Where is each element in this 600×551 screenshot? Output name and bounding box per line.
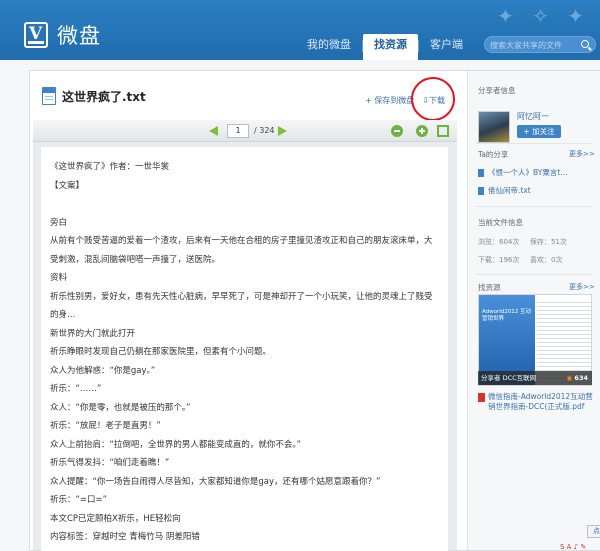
- search-icon[interactable]: [581, 40, 589, 48]
- decorative-stars: ✦ ✧ ✦: [497, 4, 590, 28]
- document-area: 《这世界疯了》作者：一世华裳 【文案】 旁白从前有个贱受苦逼的爱着一个渣攻，后来有…: [33, 142, 457, 551]
- top-header: ✦ ✧ ✦ 微盘 我的微盘 找资源 客户端: [0, 0, 600, 60]
- document-line: 【文案】: [50, 180, 85, 191]
- downloads-count: 下载：196次: [478, 256, 520, 264]
- saves-count: 保存：51次: [530, 238, 567, 246]
- follow-button[interactable]: + 加关注: [517, 125, 561, 138]
- txt-file-icon: [42, 87, 56, 105]
- file-info-title: 当前文件信息: [478, 218, 523, 227]
- document-line: 从前有个贱受苦逼的爱着一个渣攻，后来有一天他在合租的房子里撞见渣攻正和自己的朋友…: [50, 236, 433, 246]
- share-item[interactable]: 《惯一个人》BY粟言t…: [478, 167, 568, 178]
- document-line: 众人上前抬肩：“拉倒吧，全世界的男人都能变成直的，就你不会。”: [50, 439, 302, 450]
- user-name-link[interactable]: 阿忆阿一: [517, 111, 549, 122]
- document-line: 资料: [50, 273, 68, 283]
- avatar[interactable]: [478, 111, 510, 143]
- zoom-out-icon[interactable]: [391, 125, 403, 137]
- document-line: 祈乐睁眼时发现自己仍躺在那家医院里，但素有个小问题。: [50, 347, 272, 357]
- document-line: 祈乐气得发抖：“咱们走着瞧！”: [50, 458, 170, 468]
- thumbnail-caption: 分享者 DCC互联网 ◉ 634: [478, 371, 592, 385]
- content-frame: 这世界疯了.txt + 保存到微盘 ⇩下载 1 / 324 《这世界疯了》作者：…: [29, 70, 600, 551]
- document-line: 祈乐：“放屁！老子是直男！”: [50, 421, 161, 431]
- page-total: / 324: [254, 126, 275, 135]
- logo-text: 微盘: [57, 24, 101, 48]
- thumbnail-count: 634: [574, 374, 588, 382]
- stat-row: 下载：196次 喜欢：0次: [478, 255, 582, 265]
- shares-more-link[interactable]: 更多>>: [569, 149, 595, 159]
- ta-shares-title: Ta的分享: [478, 150, 509, 159]
- nav-my-disk[interactable]: 我的微盘: [296, 34, 362, 54]
- page-number-input[interactable]: 1: [227, 124, 249, 138]
- main-nav: 我的微盘 找资源 客户端: [296, 34, 474, 60]
- resources-title: 找资源: [478, 283, 501, 292]
- pdf-icon: [478, 393, 485, 402]
- document-line: 内容标签：穿越时空 青梅竹马 阴差阳错: [50, 532, 200, 542]
- document-line: [50, 195, 439, 214]
- red-annotation-circle: [408, 74, 458, 124]
- divider: [476, 274, 593, 275]
- eye-icon: ◉: [566, 374, 573, 382]
- resources-more-link[interactable]: 更多>>: [569, 282, 595, 292]
- document-line: 众人提醒：“你一场告白闹得人尽皆知，大家都知道你是gay，还有哪个姑愿意跟着你？…: [50, 476, 381, 487]
- document-line: 祈乐性别男，爱好女，患有先天性心脏病，早早死了，可是神却开了一个小玩笑，让他的灵…: [50, 291, 433, 302]
- nav-find-resources[interactable]: 找资源: [363, 34, 418, 60]
- doc-icon: [478, 186, 484, 195]
- zoom-in-icon[interactable]: [416, 125, 428, 137]
- share-item-label: 《惯一个人》BY粟言t…: [488, 168, 568, 177]
- save-to-disk-button[interactable]: + 保存到微盘: [365, 95, 414, 106]
- document-line: 旁白: [50, 217, 68, 228]
- reader-toolbar: 1 / 324: [33, 120, 457, 142]
- document-line: 《这世界疯了》作者：一世华裳: [50, 162, 170, 172]
- document-line: 新世界的大门就此打开: [50, 328, 136, 339]
- file-viewer: 这世界疯了.txt + 保存到微盘 ⇩下载 1 / 324 《这世界疯了》作者：…: [30, 71, 467, 551]
- file-header: 这世界疯了.txt: [42, 87, 146, 105]
- doc-icon: [478, 168, 484, 177]
- file-title: 这世界疯了.txt: [62, 89, 146, 104]
- fullscreen-icon[interactable]: [437, 125, 449, 137]
- pdf-resource-link[interactable]: 微信指南-Adworld2012互动营销世界指南-DCC(正式版.pdf: [478, 392, 596, 412]
- logo[interactable]: 微盘: [24, 20, 101, 50]
- views-count: 浏览：604次: [478, 238, 520, 246]
- nav-client[interactable]: 客户端: [419, 34, 474, 54]
- search-input[interactable]: [490, 38, 580, 52]
- document-line: 祈乐：“……”: [50, 384, 102, 394]
- settings-button[interactable]: 点我设置: [587, 525, 600, 538]
- document-line: 众人为他解惑：“你是gay。”: [50, 365, 156, 376]
- share-item[interactable]: 倦仙闲帝.txt: [478, 185, 531, 196]
- thumbnail-author: 分享者 DCC互联网: [481, 374, 537, 382]
- sidebar: 分享者信息 阿忆阿一 + 加关注 Ta的分享 更多>> 《惯一个人》BY粟言t……: [467, 71, 600, 550]
- document-line: 本文CP已定顾柏X祈乐，HE轻松向: [50, 513, 181, 524]
- likes-count: 喜欢：0次: [530, 256, 563, 264]
- share-item-label: 倦仙闲帝.txt: [488, 186, 531, 195]
- pdf-file-name: 微信指南-Adworld2012互动营销世界指南-DCC(正式版.pdf: [488, 392, 593, 411]
- divider: [476, 206, 593, 207]
- document-line: 受刺激，混乱间脑袋吧嗒一声撞了，送医院。: [50, 254, 221, 265]
- document-line: 的身…: [50, 310, 76, 320]
- document-page: 《这世界疯了》作者：一世华裳 【文案】 旁白从前有个贱受苦逼的爱着一个渣攻，后来有…: [41, 147, 448, 551]
- stat-row: 浏览：604次 保存：51次: [478, 237, 582, 247]
- next-page-icon[interactable]: [278, 126, 287, 136]
- search-box: [484, 36, 596, 53]
- prev-page-icon[interactable]: [209, 126, 218, 136]
- divider: [476, 143, 593, 144]
- document-line: 众人：“你是零，也就是被压的那个。”: [50, 402, 191, 413]
- document-line: 祈乐：“=口=”: [50, 495, 108, 505]
- logo-icon: [24, 22, 48, 48]
- sharer-info-title: 分享者信息: [478, 86, 516, 95]
- thumbnail-title: Adworld2012 互动营销世界: [482, 309, 532, 322]
- tray-icons: S A ♪ ✎: [560, 543, 587, 551]
